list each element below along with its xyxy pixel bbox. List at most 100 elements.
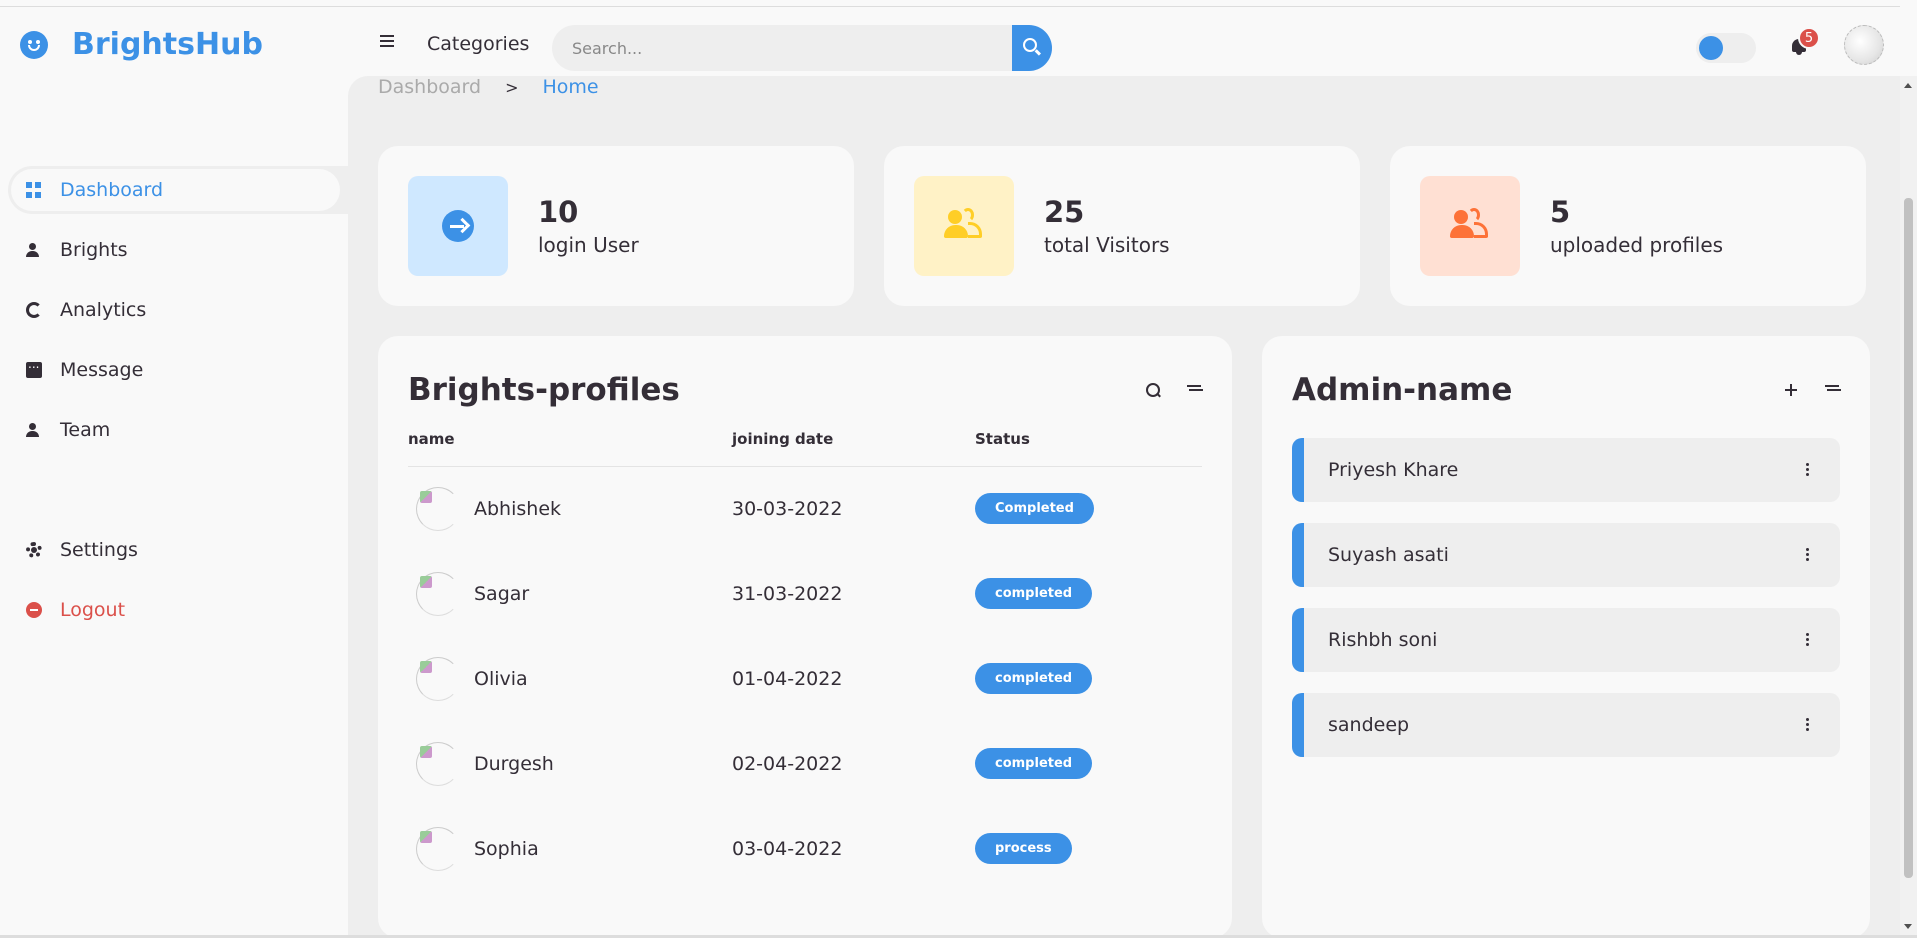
theme-toggle[interactable] [1696,33,1756,63]
joining-date: 31-03-2022 [732,582,843,605]
stat-card-total-visitors: 25 total Visitors [884,146,1360,306]
stat-card-login-users: 10 login User [378,146,854,306]
more-vertical-icon[interactable] [1806,547,1810,563]
more-vertical-icon[interactable] [1806,632,1810,648]
sidebar-item-label: Dashboard [60,179,164,201]
panel-title: Brights-profiles [408,372,680,408]
avatar [416,826,460,871]
notification-badge: 5 [1798,27,1820,49]
admin-name: Suyash asati [1328,544,1449,566]
list-item[interactable]: Rishbh soni [1292,608,1840,672]
users-icon-box [914,176,1014,276]
profiles-table: name joining date Status Abhishek 30-03-… [408,426,1202,891]
stats-row: 10 login User 25 total Visitors 5 upload… [378,146,1866,306]
toggle-knob [1699,36,1723,60]
table-row[interactable]: Olivia 01-04-2022 completed [408,636,1202,721]
admin-name: Priyesh Khare [1328,459,1459,481]
search-input[interactable] [552,25,1012,71]
sidebar-item-brights[interactable]: Brights [8,226,348,274]
filter-icon[interactable] [1824,382,1840,398]
status-badge: process [975,833,1072,864]
sidebar-item-label: Analytics [60,299,147,321]
login-arrow-icon-box [408,176,508,276]
status-badge: completed [975,748,1093,779]
smile-icon [20,30,48,59]
stat-value: 10 [538,195,579,229]
profile-name: Sagar [474,582,530,605]
column-header-name[interactable]: name [408,426,732,467]
sidebar-item-dashboard[interactable]: Dashboard [8,166,348,214]
scroll-down-arrow-icon[interactable] [1904,924,1912,929]
scroll-up-arrow-icon[interactable] [1904,83,1912,88]
message-icon [26,357,42,378]
vertical-scrollbar[interactable] [1900,76,1917,938]
avatar [416,741,460,786]
login-arrow-icon [442,210,474,242]
table-row[interactable]: Durgesh 02-04-2022 completed [408,721,1202,806]
panel-title: Admin-name [1292,372,1513,408]
sidebar-item-label: Message [60,359,144,381]
categories-link[interactable]: Categories [427,33,529,55]
profile-name: Durgesh [474,752,554,775]
admin-name: Rishbh soni [1328,629,1438,651]
status-badge: completed [975,578,1093,609]
stat-card-uploaded-profiles: 5 uploaded profiles [1390,146,1866,306]
search-icon [1023,38,1037,52]
joining-date: 30-03-2022 [732,497,843,520]
sidebar-item-logout[interactable]: Logout [8,586,348,634]
breadcrumb-home[interactable]: Home [543,76,599,98]
search-button[interactable] [1012,25,1052,71]
brand-name: BrightsHub [72,27,263,62]
stat-label: uploaded profiles [1550,233,1724,257]
more-vertical-icon[interactable] [1806,462,1810,478]
filter-icon[interactable] [1186,382,1202,398]
chevron-right-icon: > [505,77,519,97]
list-item[interactable]: Suyash asati [1292,523,1840,587]
breadcrumb: Dashboard > Home [378,76,599,98]
logout-icon [26,602,42,618]
admin-list: Priyesh Khare Suyash asati Rishbh soni s… [1292,438,1840,757]
table-row[interactable]: Abhishek 30-03-2022 Completed [408,466,1202,551]
sidebar-item-team[interactable]: Team [8,406,348,454]
sidebar-item-analytics[interactable]: Analytics [8,286,348,334]
status-badge: Completed [975,493,1094,525]
sidebar-item-settings[interactable]: Settings [8,526,348,574]
column-header-status[interactable]: Status [975,426,1202,467]
stat-value: 5 [1550,195,1571,229]
avatar [416,571,460,616]
users-icon-box [1420,176,1520,276]
stat-label: login User [538,233,639,257]
users-icon [1450,208,1490,242]
profile-avatar[interactable] [1844,25,1884,65]
table-row[interactable]: Sagar 31-03-2022 completed [408,551,1202,636]
profile-name: Abhishek [474,497,562,520]
sidebar-item-label: Settings [60,539,138,561]
scrollbar-thumb[interactable] [1904,198,1913,878]
avatar [416,656,460,701]
profiles-panel: Brights-profiles name joining date Statu… [378,336,1232,938]
list-item[interactable]: sandeep [1292,693,1840,757]
breadcrumb-dashboard[interactable]: Dashboard [378,76,481,98]
plus-icon[interactable] [1783,382,1799,398]
dashboard-icon [26,182,42,198]
avatar [416,486,460,531]
joining-date: 03-04-2022 [732,837,843,860]
brand[interactable]: BrightsHub [20,27,263,62]
user-icon [26,242,42,258]
more-vertical-icon[interactable] [1806,717,1810,733]
sidebar-item-label: Team [60,419,111,441]
sidebar-item-message[interactable]: Message [8,346,348,394]
search-form [552,25,1052,71]
list-item[interactable]: Priyesh Khare [1292,438,1840,502]
sidebar-main-menu: Dashboard Brights Analytics Message Team [8,166,348,466]
column-header-date[interactable]: joining date [732,426,975,467]
admin-panel: Admin-name Priyesh Khare Suyash asati Ri… [1262,336,1870,938]
sidebar-bottom-menu: Settings Logout [8,526,348,646]
stat-label: total Visitors [1044,233,1170,257]
top-nav: BrightsHub Categories 5 [0,6,1900,76]
gear-icon [26,542,42,558]
table-row[interactable]: Sophia 03-04-2022 process [408,806,1202,891]
search-icon[interactable] [1145,382,1161,398]
admin-name: sandeep [1328,714,1410,736]
hamburger-menu-icon[interactable] [380,35,394,47]
